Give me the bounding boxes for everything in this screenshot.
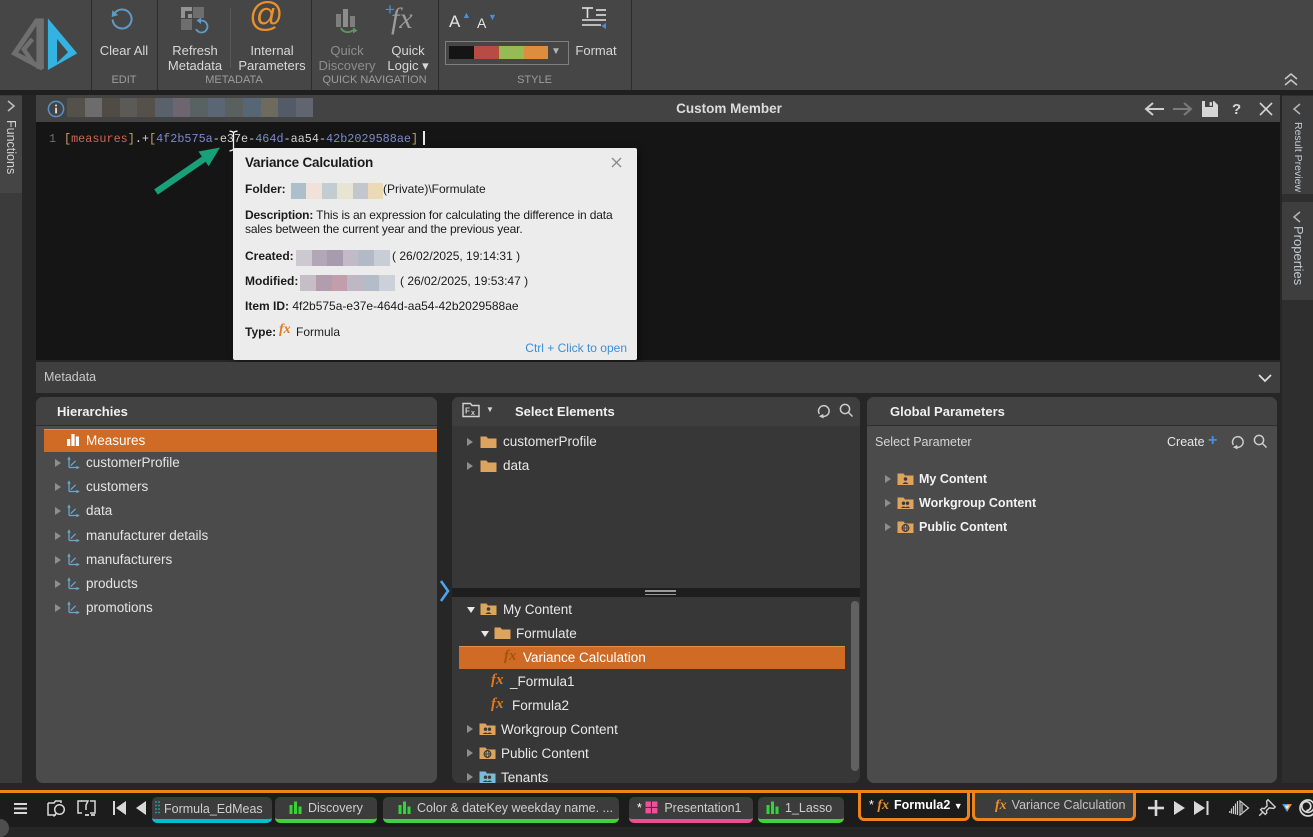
svg-text:x: x <box>471 410 475 417</box>
svg-text:F: F <box>465 407 470 416</box>
